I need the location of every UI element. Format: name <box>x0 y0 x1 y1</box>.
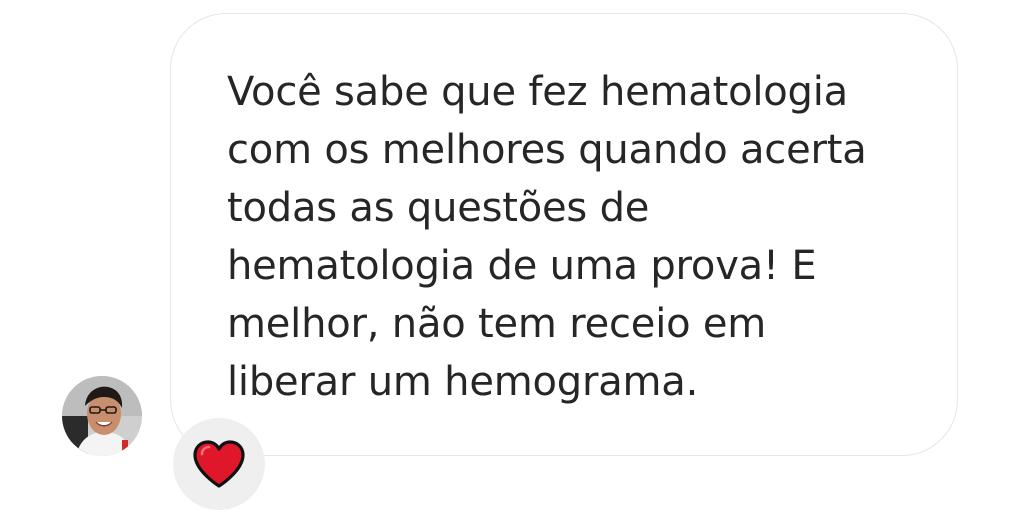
user-photo <box>62 376 142 456</box>
reaction-badge[interactable] <box>173 418 265 510</box>
message-text: Você sabe que fez hematologia com os mel… <box>227 69 867 405</box>
heart-icon <box>193 440 245 488</box>
avatar[interactable] <box>62 376 142 456</box>
